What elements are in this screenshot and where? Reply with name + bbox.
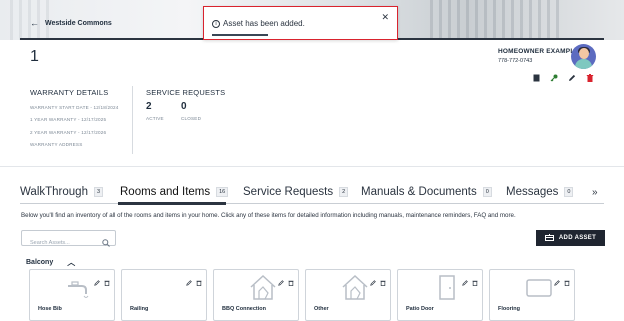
- active-label: ACTIVE: [146, 116, 164, 121]
- cabinet-icon: [544, 233, 554, 243]
- section-divider: [0, 166, 624, 167]
- asset-card[interactable]: Other: [305, 269, 391, 321]
- tab-service-requests[interactable]: Service Requests 2: [243, 186, 349, 198]
- category-header: Balcony ︿: [26, 257, 75, 268]
- warranty-title: WARRANTY DETAILS: [30, 88, 109, 97]
- document-icon[interactable]: [531, 73, 541, 83]
- chevron-up-icon[interactable]: ︿: [67, 257, 75, 268]
- trash-icon[interactable]: [104, 273, 110, 291]
- trash-icon[interactable]: [380, 273, 386, 291]
- asset-label: Other: [314, 306, 329, 312]
- pencil-icon[interactable]: [370, 273, 376, 291]
- close-icon[interactable]: ✕: [381, 12, 389, 23]
- tab-count: 0: [564, 187, 574, 197]
- tab-messages[interactable]: Messages 0: [506, 186, 574, 198]
- faucet-icon: [68, 281, 89, 298]
- active-tab-indicator: [118, 202, 226, 205]
- section-description: Below you'll find an inventory of all of…: [21, 212, 516, 219]
- toast-progress-bar: [212, 34, 268, 36]
- toast-text: Asset has been added.: [223, 19, 305, 28]
- page: ← Westside Commons i Asset has been adde…: [0, 0, 624, 321]
- active-count: 2: [146, 101, 152, 112]
- pencil-icon[interactable]: [278, 273, 284, 291]
- tab-label: Manuals & Documents: [361, 186, 477, 198]
- asset-label: Railing: [130, 306, 149, 312]
- info-icon: i: [212, 19, 220, 28]
- asset-card[interactable]: Hose Bib: [29, 269, 115, 321]
- closed-count: 0: [181, 101, 187, 112]
- pencil-icon[interactable]: [462, 273, 468, 291]
- asset-card[interactable]: Flooring: [489, 269, 575, 321]
- tab-count: 16: [216, 187, 229, 197]
- back-link-label: Westside Commons: [45, 19, 112, 27]
- house-icon: [342, 274, 368, 300]
- search-input[interactable]: [22, 236, 100, 250]
- door-icon: [439, 275, 455, 300]
- more-tabs-icon[interactable]: »: [592, 187, 598, 198]
- owner-name: HOMEOWNER EXAMPLE: [498, 48, 580, 55]
- card-tools: [462, 273, 478, 291]
- floor-icon: [526, 279, 552, 297]
- pencil-icon[interactable]: [567, 73, 577, 83]
- avatar-body: [575, 59, 592, 69]
- warranty-two-year: 2 YEAR WARRANTY - 12/17/2026: [30, 130, 107, 135]
- card-tools: [554, 273, 570, 291]
- column-divider: [132, 86, 133, 154]
- pencil-icon[interactable]: [554, 273, 560, 291]
- back-link[interactable]: ← Westside Commons: [30, 18, 112, 28]
- pencil-icon[interactable]: [94, 273, 100, 291]
- tab-walkthrough[interactable]: WalkThrough 3: [20, 186, 104, 198]
- category-name: Balcony: [26, 259, 54, 266]
- arrow-left-icon: ←: [30, 18, 39, 28]
- tab-label: Service Requests: [243, 186, 334, 198]
- tab-rooms-and-items[interactable]: Rooms and Items 16: [120, 186, 229, 198]
- owner-phone: 778-772-0743: [498, 58, 533, 64]
- owner-info: HOMEOWNER EXAMPLE 778-772-0743: [498, 48, 579, 64]
- tab-label: Messages: [506, 186, 559, 198]
- card-tools: [94, 273, 110, 291]
- trash-icon[interactable]: [585, 73, 595, 83]
- toast-message: i Asset has been added.: [212, 19, 305, 28]
- tab-underline: [20, 203, 604, 204]
- trash-icon[interactable]: [564, 273, 570, 291]
- search-field[interactable]: [21, 230, 116, 250]
- card-tools: [186, 273, 202, 291]
- trash-icon[interactable]: [472, 273, 478, 291]
- asset-label: BBQ Connection: [222, 306, 266, 312]
- asset-card[interactable]: Patio Door: [397, 269, 483, 321]
- closed-label: CLOSED: [181, 116, 202, 121]
- tab-manuals-documents[interactable]: Manuals & Documents 0: [361, 186, 492, 198]
- asset-card[interactable]: BBQ Connection: [213, 269, 299, 321]
- tab-count: 2: [339, 187, 349, 197]
- service-title: SERVICE REQUESTS: [146, 88, 226, 97]
- warranty-one-year: 1 YEAR WARRANTY - 12/17/2025: [30, 117, 107, 122]
- tab-count: 0: [482, 187, 492, 197]
- avatar-face: [579, 48, 589, 59]
- house-icon: [250, 274, 276, 300]
- toast-notification: i Asset has been added. ✕: [203, 6, 398, 40]
- avatar[interactable]: [571, 44, 596, 69]
- unit-number: 1: [30, 48, 39, 65]
- warranty-address: WARRANTY ADDRESS: [30, 142, 83, 147]
- tab-label: Rooms and Items: [120, 186, 211, 198]
- asset-label: Flooring: [498, 306, 520, 312]
- card-tools: [278, 273, 294, 291]
- pencil-icon[interactable]: [186, 273, 192, 291]
- tab-label: WalkThrough: [20, 186, 88, 198]
- asset-label: Patio Door: [406, 306, 434, 312]
- header-actions: [531, 73, 595, 83]
- warranty-start: WARRANTY START DATE - 12/18/2024: [30, 105, 119, 110]
- add-asset-button[interactable]: ADD ASSET: [536, 230, 605, 246]
- asset-label: Hose Bib: [38, 306, 62, 312]
- trash-icon[interactable]: [196, 273, 202, 291]
- trash-icon[interactable]: [288, 273, 294, 291]
- search-icon[interactable]: [102, 234, 110, 252]
- add-asset-label: ADD ASSET: [558, 235, 597, 241]
- key-icon[interactable]: [549, 73, 559, 83]
- building-image: [430, 0, 560, 40]
- card-tools: [370, 273, 386, 291]
- tab-count: 3: [93, 187, 104, 197]
- asset-card[interactable]: Railing: [121, 269, 207, 321]
